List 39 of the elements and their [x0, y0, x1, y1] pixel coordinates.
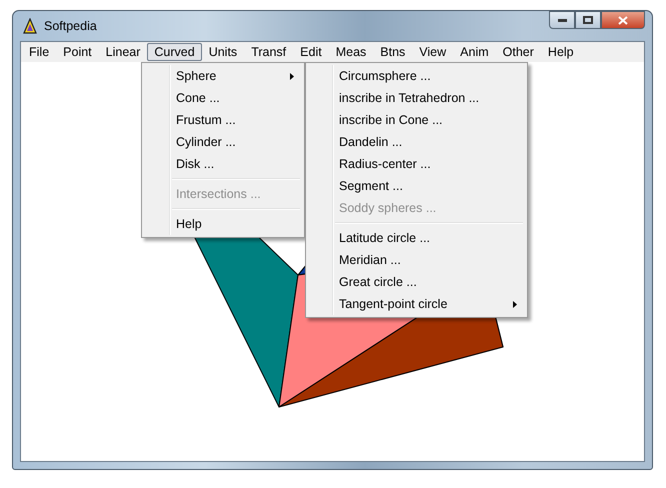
menu-bar-item[interactable]: Anim — [453, 43, 496, 61]
menu-bar-item[interactable]: Curved — [147, 43, 202, 61]
menu-bar-item[interactable]: Btns — [373, 43, 412, 61]
menu-item[interactable]: inscribe in Tetrahedron ... — [308, 87, 525, 109]
menu-item[interactable]: Radius-center ... — [308, 153, 525, 175]
menu-item[interactable]: Frustum ... — [144, 109, 302, 131]
submenu-arrow-icon — [290, 72, 294, 80]
menu-bar-item[interactable]: Point — [56, 43, 99, 61]
menu-item[interactable]: Cone ... — [144, 87, 302, 109]
menu-item[interactable]: Disk ... — [144, 153, 302, 175]
minimize-icon — [558, 18, 566, 22]
menu-item[interactable]: Help — [144, 213, 302, 235]
maximize-icon — [583, 16, 593, 24]
menu-item[interactable]: Segment ... — [308, 175, 525, 197]
menu-bar-item[interactable]: Other — [496, 43, 541, 61]
maximize-button[interactable] — [575, 11, 601, 29]
window-title: Softpedia — [44, 19, 98, 33]
menu-bar-item[interactable]: Help — [540, 43, 581, 61]
menu-bar-item[interactable]: View — [412, 43, 454, 61]
close-button[interactable] — [601, 11, 645, 29]
menu-bar-item[interactable]: Transf — [244, 43, 294, 61]
menu-bar-item[interactable]: Meas — [328, 43, 374, 61]
menu-item[interactable]: inscribe in Cone ... — [308, 109, 525, 131]
menu-bar-item[interactable]: Linear — [98, 43, 148, 61]
menu-item[interactable]: Cylinder ... — [144, 131, 302, 153]
menu-item[interactable]: Sphere — [144, 65, 302, 87]
app-icon — [22, 18, 38, 34]
minimize-button[interactable] — [549, 11, 575, 29]
submenu-arrow-icon — [513, 300, 517, 308]
menu-item[interactable]: Latitude circle ... — [308, 227, 525, 249]
menu-bar-item[interactable]: Edit — [293, 43, 329, 61]
menu-item[interactable]: Great circle ... — [308, 271, 525, 293]
menu-item[interactable]: Meridian ... — [308, 249, 525, 271]
menu-bar-item[interactable]: Units — [202, 43, 244, 61]
menu-item[interactable]: Tangent-point circle — [308, 293, 525, 315]
menu-bar-item[interactable]: File — [22, 43, 56, 61]
close-icon — [618, 16, 628, 24]
menu-item[interactable]: Circumsphere ... — [308, 65, 525, 87]
menu-item[interactable]: Dandelin ... — [308, 131, 525, 153]
